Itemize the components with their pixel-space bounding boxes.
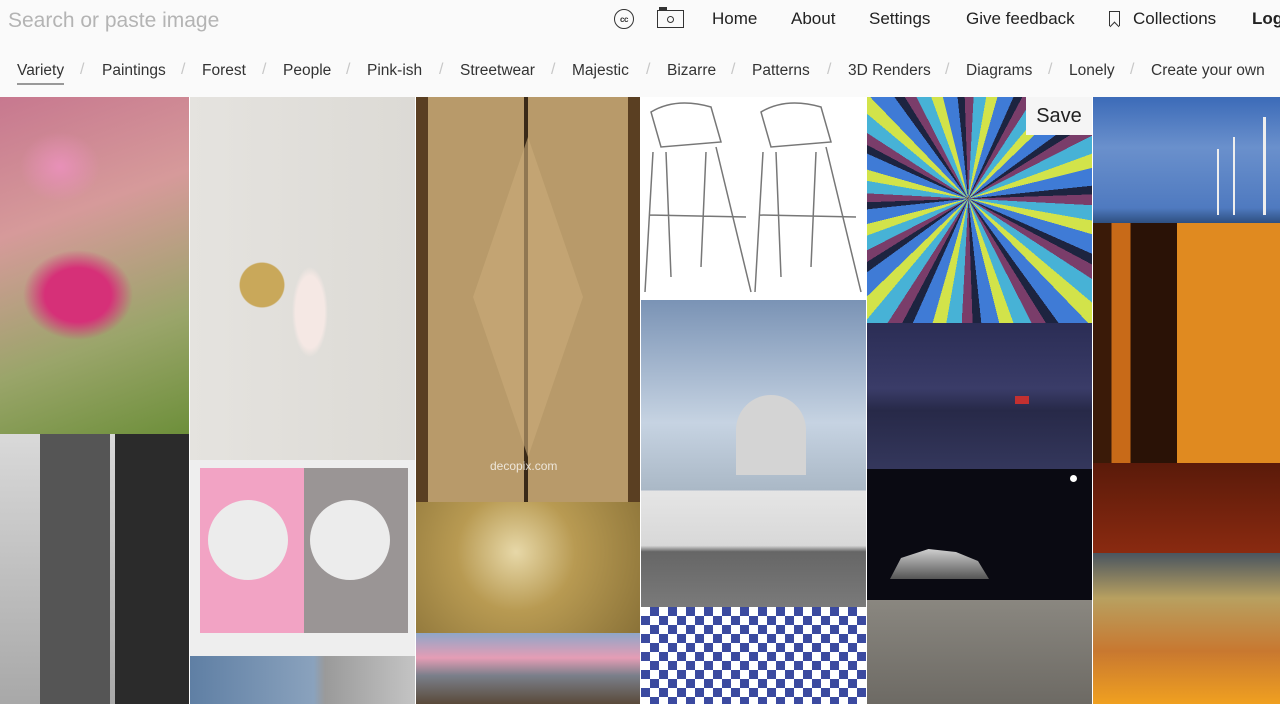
category-bar: Variety / Paintings / Forest / People / … [0,40,1280,97]
image-tile-capitol[interactable] [641,300,866,607]
image-tile-sunset-clouds[interactable] [1093,553,1280,704]
category-paintings[interactable]: Paintings [102,62,166,80]
bookmark-icon[interactable] [1109,11,1120,26]
separator: / [731,61,736,78]
category-variety[interactable]: Variety [17,62,65,85]
image-tile-abstract-drawing[interactable] [190,460,415,656]
image-tile-ruins[interactable] [867,600,1092,704]
image-tile-glass-building[interactable] [190,656,415,704]
nav-give-feedback[interactable]: Give feedback [966,9,1075,29]
image-tile-tile-pattern[interactable] [641,607,866,704]
category-streetwear[interactable]: Streetwear [460,62,535,80]
image-tile-city-skyline[interactable] [416,633,640,704]
nav-collections[interactable]: Collections [1133,9,1216,29]
separator: / [346,61,351,78]
image-tile-wind-turbines[interactable] [1093,97,1280,223]
category-diagrams[interactable]: Diagrams [966,62,1032,80]
separator: / [439,61,444,78]
separator: / [646,61,651,78]
image-tile-sconce[interactable] [190,97,415,460]
separator: / [262,61,267,78]
separator: / [551,61,556,78]
image-tile-elevator-doors[interactable]: decopix.com [416,97,640,502]
category-create-your-own[interactable]: Create your own [1151,62,1265,80]
watermark: decopix.com [490,459,558,473]
nav-home[interactable]: Home [712,9,757,29]
image-tile-bar-stools[interactable] [641,97,866,300]
separator: / [181,61,186,78]
category-3d-renders[interactable]: 3D Renders [848,62,931,80]
cc-license-icon[interactable]: cc [614,9,634,29]
category-forest[interactable]: Forest [202,62,246,80]
separator: / [80,61,85,78]
search-input[interactable] [8,7,568,35]
category-patterns[interactable]: Patterns [752,62,810,80]
category-bizarre[interactable]: Bizarre [667,62,716,80]
image-tile-flower[interactable] [0,97,189,434]
separator: / [827,61,832,78]
category-majestic[interactable]: Majestic [572,62,629,80]
category-pink-ish[interactable]: Pink-ish [367,62,422,80]
image-tile-acropolis[interactable] [867,469,1092,600]
nav-about[interactable]: About [791,9,835,29]
image-tile-skyscraper[interactable] [0,434,189,704]
camera-icon[interactable] [657,7,684,28]
nav-settings[interactable]: Settings [869,9,930,29]
image-tile-misty-forest[interactable] [1093,223,1280,553]
separator: / [945,61,950,78]
image-grid: decopix.com [0,97,1280,704]
image-tile-night-landscape[interactable] [867,323,1092,469]
category-lonely[interactable]: Lonely [1069,62,1115,80]
image-tile-golden-ceiling[interactable] [416,502,640,633]
top-bar: cc Home About Settings Give feedback Col… [0,0,1280,40]
stools-graphic [644,102,862,293]
separator: / [1130,61,1135,78]
separator: / [1048,61,1053,78]
save-button[interactable]: Save [1026,97,1092,135]
nav-login[interactable]: Log [1252,9,1280,29]
category-people[interactable]: People [283,62,331,80]
